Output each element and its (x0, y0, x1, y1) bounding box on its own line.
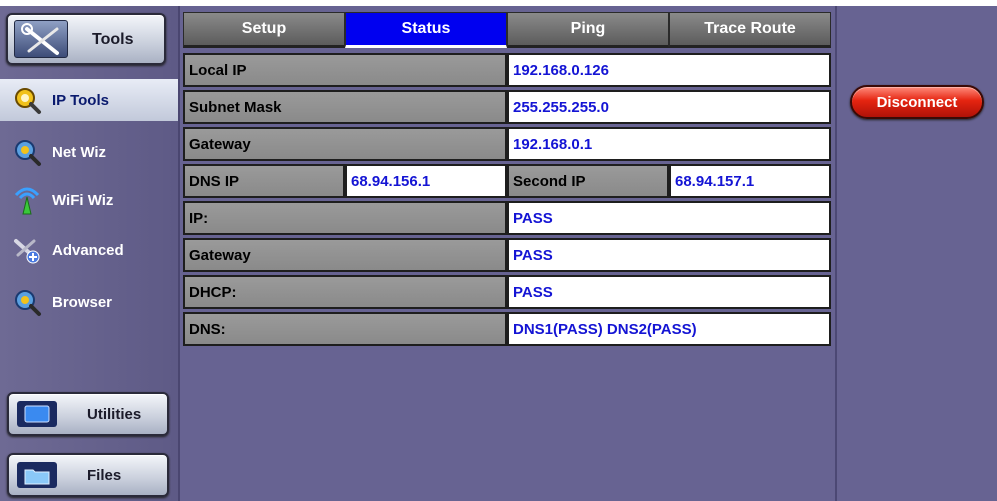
action-panel: Disconnect (835, 6, 997, 501)
sidebar-item-label: Net Wiz (52, 143, 107, 161)
sidebar-item-advanced[interactable]: Advanced (0, 229, 178, 271)
disconnect-button[interactable]: Disconnect (850, 85, 984, 119)
utilities-label: Utilities (87, 406, 142, 423)
files-label: Files (87, 467, 122, 484)
ip-check-label: IP: (183, 201, 507, 235)
browser-icon (15, 290, 41, 316)
table-row: DNS: DNS1(PASS) DNS2(PASS) (183, 312, 831, 346)
sidebar-item-wifi-wiz[interactable]: WiFi Wiz (0, 179, 178, 221)
advanced-icon (14, 239, 40, 264)
ip-tools-icon (15, 88, 41, 114)
files-button[interactable]: Files (7, 453, 169, 497)
gateway-check-label: Gateway (183, 238, 507, 272)
local-ip-label: Local IP (183, 53, 507, 87)
net-wiz-icon (15, 140, 41, 166)
sidebar-item-browser[interactable]: Browser (0, 281, 178, 323)
tab-ping[interactable]: Ping (507, 12, 669, 48)
table-row: IP: PASS (183, 201, 831, 235)
tab-trace-route[interactable]: Trace Route (669, 12, 831, 48)
local-ip-value: 192.168.0.126 (507, 53, 831, 87)
main-panel: Setup Status Ping Trace Route Local IP 1… (180, 6, 835, 501)
gateway-check-value: PASS (507, 238, 831, 272)
tab-bar: Setup Status Ping Trace Route (183, 12, 831, 48)
table-row: Gateway PASS (183, 238, 831, 272)
sidebar-item-label: Browser (52, 293, 113, 311)
table-row: DNS IP 68.94.156.1 Second IP 68.94.157.1 (183, 164, 831, 198)
table-row: Local IP 192.168.0.126 (183, 53, 831, 87)
folder-icon (17, 462, 57, 488)
second-ip-label: Second IP (507, 164, 669, 198)
table-row: DHCP: PASS (183, 275, 831, 309)
table-row: Gateway 192.168.0.1 (183, 127, 831, 161)
sidebar-item-label: Advanced (52, 241, 124, 259)
tab-status[interactable]: Status (345, 12, 507, 48)
gateway-value: 192.168.0.1 (507, 127, 831, 161)
tools-icon (14, 20, 68, 58)
dns-ip-value: 68.94.156.1 (345, 164, 507, 198)
sidebar-item-net-wiz[interactable]: Net Wiz (0, 131, 178, 173)
sidebar-item-label: IP Tools (52, 91, 109, 109)
table-row: Subnet Mask 255.255.255.0 (183, 90, 831, 124)
subnet-mask-value: 255.255.255.0 (507, 90, 831, 124)
dns-check-label: DNS: (183, 312, 507, 346)
subnet-mask-label: Subnet Mask (183, 90, 507, 124)
second-ip-value: 68.94.157.1 (669, 164, 831, 198)
monitor-icon (17, 401, 57, 427)
tab-setup[interactable]: Setup (183, 12, 345, 48)
wifi-icon (14, 187, 40, 215)
ip-check-value: PASS (507, 201, 831, 235)
status-table: Local IP 192.168.0.126 Subnet Mask 255.2… (183, 53, 831, 349)
tools-label: Tools (92, 31, 134, 48)
dns-ip-label: DNS IP (183, 164, 345, 198)
dns-check-value: DNS1(PASS) DNS2(PASS) (507, 312, 831, 346)
utilities-button[interactable]: Utilities (7, 392, 169, 436)
dhcp-check-value: PASS (507, 275, 831, 309)
sidebar-item-ip-tools[interactable]: IP Tools (0, 79, 178, 121)
dhcp-check-label: DHCP: (183, 275, 507, 309)
tools-button[interactable]: Tools (6, 13, 166, 65)
sidebar: Tools IP Tools Net Wiz WiFi Wiz Advanced… (0, 6, 180, 501)
gateway-label: Gateway (183, 127, 507, 161)
sidebar-item-label: WiFi Wiz (52, 191, 114, 209)
